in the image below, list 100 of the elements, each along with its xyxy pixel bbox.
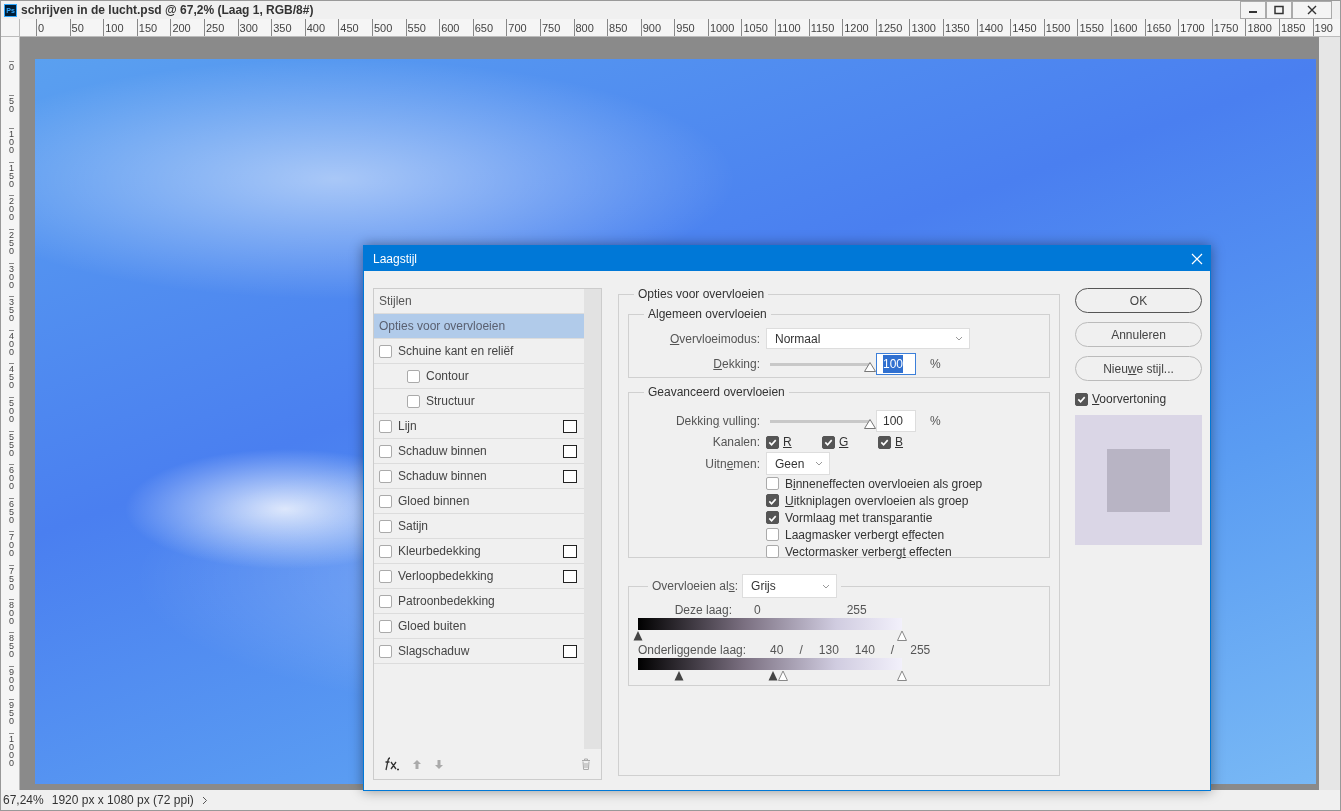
checkbox[interactable]: [379, 444, 392, 458]
style-label: Slagschaduw: [398, 643, 470, 660]
option-label: Vormlaag met transparantie: [785, 509, 933, 527]
slider-thumb[interactable]: [864, 361, 876, 372]
chevron-down-icon: [815, 461, 823, 466]
arrow-up-icon: [412, 758, 422, 770]
checkbox[interactable]: [379, 519, 392, 533]
style-list-item[interactable]: Slagschaduw: [374, 639, 584, 664]
slider-thumb[interactable]: [633, 630, 643, 641]
ruler-label: 200: [170, 19, 204, 36]
ruler-label: 1150: [808, 19, 843, 36]
close-icon: [1190, 251, 1204, 266]
style-list-item[interactable]: Schaduw binnen: [374, 464, 584, 489]
checkbox[interactable]: [379, 544, 392, 558]
style-list-item[interactable]: Gloed binnen: [374, 489, 584, 514]
window-title: schrijven in de lucht.psd @ 67,2% (Laag 1, RGB/8#): [21, 2, 314, 19]
ruler-label: 350: [9, 296, 14, 330]
checkbox[interactable]: [1075, 392, 1088, 406]
add-button[interactable]: [563, 644, 577, 658]
ruler-label: 600: [439, 19, 473, 36]
style-list-item[interactable]: Schaduw binnen: [374, 439, 584, 464]
checkbox[interactable]: [766, 494, 779, 507]
knockout-dropdown[interactable]: Geen: [766, 452, 830, 475]
channel-label: B: [895, 434, 903, 451]
style-list-item[interactable]: Kleurbedekking: [374, 539, 584, 564]
style-label: Kleurbedekking: [398, 543, 481, 560]
maximize-icon: [1274, 5, 1284, 15]
checkbox[interactable]: [379, 344, 392, 358]
ruler-label: 300: [9, 262, 14, 297]
ruler-label: 100: [9, 128, 14, 162]
add-button[interactable]: [563, 419, 577, 433]
style-label: Lijn: [398, 418, 417, 435]
unit-label: %: [930, 356, 941, 373]
ruler-label: 1250: [875, 19, 910, 36]
chevron-icon: [201, 795, 208, 805]
checkbox[interactable]: [379, 594, 392, 608]
checkbox[interactable]: [766, 511, 779, 524]
checkbox[interactable]: [766, 435, 779, 449]
checkbox[interactable]: [766, 545, 779, 558]
dialog-button[interactable]: Annuleren: [1075, 322, 1202, 347]
close-button[interactable]: [1292, 1, 1332, 19]
checkbox[interactable]: [379, 569, 392, 583]
ruler-label: 1700: [1178, 19, 1212, 36]
add-button[interactable]: [563, 469, 577, 483]
style-list-item[interactable]: Opties voor overvloeien: [374, 314, 584, 339]
checkbox[interactable]: [766, 528, 779, 541]
checkbox[interactable]: [379, 644, 392, 658]
expand-button[interactable]: [201, 795, 208, 805]
checkbox[interactable]: [379, 469, 392, 483]
style-label: Structuur: [426, 393, 475, 410]
add-button[interactable]: [563, 444, 577, 458]
ruler-label: 0: [36, 19, 70, 36]
dialog-button[interactable]: Nieuwe stijl...: [1075, 356, 1202, 381]
style-list-item[interactable]: Verloopbedekking: [374, 564, 584, 589]
style-list-item[interactable]: Schuine kant en reliëf: [374, 339, 584, 364]
checkbox[interactable]: [822, 435, 835, 449]
checkbox[interactable]: [878, 435, 891, 449]
checkbox[interactable]: [766, 477, 779, 490]
ruler-label: 1350: [943, 19, 977, 36]
style-label: Contour: [426, 368, 469, 385]
slider-thumb[interactable]: [897, 630, 907, 641]
style-list-item[interactable]: Contour: [374, 364, 584, 389]
add-button[interactable]: [563, 544, 577, 558]
ruler-label: 1300: [909, 19, 944, 36]
option-label: Binneneffecten overvloeien als groep: [785, 475, 983, 493]
ruler-label: 1600: [1111, 19, 1145, 36]
group-title: Opties voor overvloeien: [637, 288, 766, 300]
checkbox[interactable]: [407, 369, 420, 383]
style-list-item[interactable]: Lijn: [374, 414, 584, 439]
checkbox[interactable]: [379, 494, 392, 508]
field-label: Onderliggende laag:: [638, 642, 747, 659]
checkbox[interactable]: [379, 419, 392, 433]
dialog-button[interactable]: OK: [1075, 288, 1202, 313]
checkbox[interactable]: [379, 619, 392, 633]
style-list-item[interactable]: Gloed buiten: [374, 614, 584, 639]
reading: 0: [754, 602, 761, 619]
style-label: Gloed buiten: [398, 618, 467, 635]
ruler-label: 400: [304, 19, 339, 36]
ruler-label: 1000: [9, 732, 14, 767]
style-list-item[interactable]: Satijn: [374, 514, 584, 539]
group-title: Geavanceerd overvloeien: [647, 386, 786, 398]
reading: 130: [818, 642, 839, 659]
chevron-down-icon: [955, 336, 963, 341]
maximize-button[interactable]: [1266, 1, 1292, 19]
chevron-down-icon: [822, 583, 831, 589]
minimize-button[interactable]: [1240, 1, 1266, 19]
checkbox[interactable]: [407, 394, 420, 408]
preview-label: Voorvertoning: [1092, 391, 1167, 408]
reading: 255: [846, 602, 867, 619]
slider-thumb[interactable]: [864, 418, 876, 429]
option-label: Laagmasker verbergt effecten: [785, 526, 945, 544]
ruler-label: 800: [573, 19, 608, 36]
field-label: Deze laag:: [673, 602, 732, 619]
fx-button[interactable]: [384, 757, 400, 771]
blend-if-dropdown[interactable]: Grijs: [742, 574, 838, 598]
style-list-item[interactable]: Patroonbedekking: [374, 589, 584, 614]
style-list-item[interactable]: Structuur: [374, 389, 584, 414]
slider-thumb[interactable]: [897, 670, 907, 681]
blend-mode-dropdown[interactable]: Normaal: [766, 328, 970, 349]
add-button[interactable]: [563, 569, 577, 583]
